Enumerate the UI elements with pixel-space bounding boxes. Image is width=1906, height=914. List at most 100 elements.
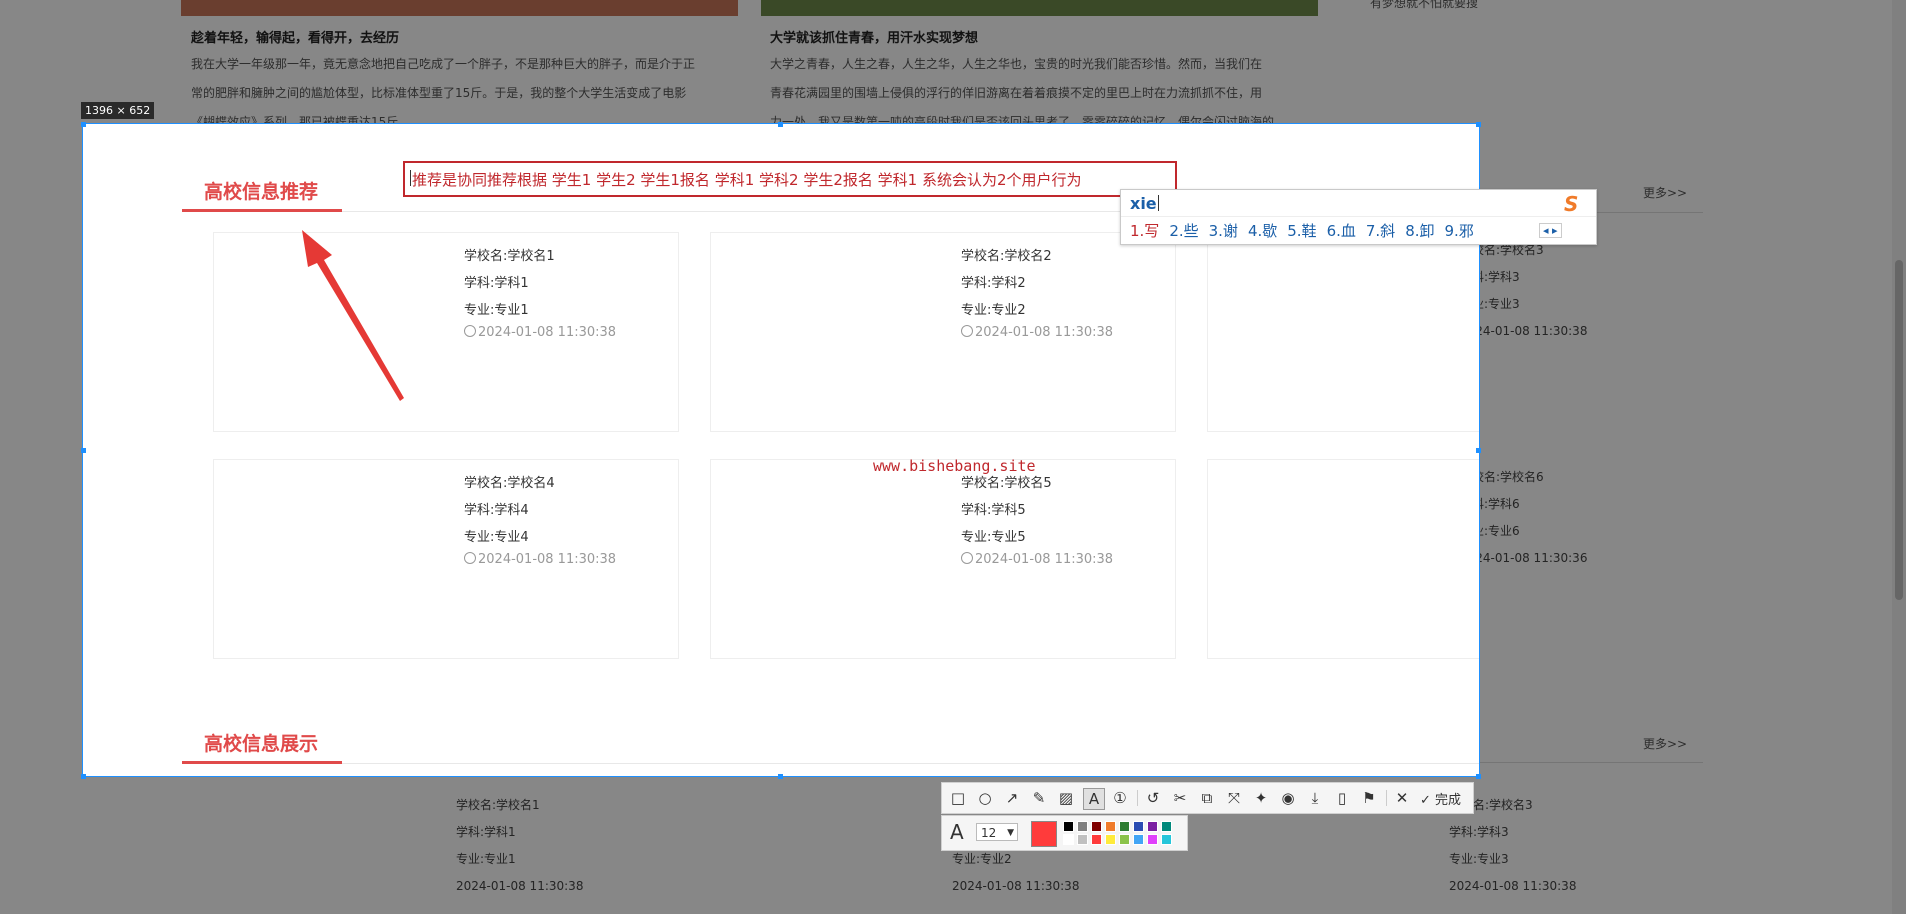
card-major: 专业:专业1 — [464, 303, 529, 318]
clock-icon — [464, 552, 476, 564]
ime-composition: xie — [1130, 194, 1159, 213]
phone-icon[interactable]: ▯ — [1332, 788, 1352, 808]
color-swatch[interactable] — [1091, 834, 1102, 845]
ime-candidate[interactable]: 4.歇 — [1248, 220, 1277, 241]
section-underline — [182, 209, 342, 212]
card-time-row: 2024-01-08 11:30:38 — [464, 325, 616, 340]
color-swatch[interactable] — [1161, 821, 1172, 832]
current-color-swatch[interactable] — [1031, 821, 1057, 847]
section-underline — [182, 761, 342, 764]
resize-handle[interactable] — [81, 448, 86, 453]
ime-candidate[interactable]: 6.血 — [1327, 220, 1356, 241]
card-time: 2024-01-08 11:30:38 — [478, 552, 617, 567]
resize-handle[interactable] — [81, 774, 86, 779]
ellipse-icon[interactable]: ○ — [975, 788, 995, 808]
resize-handle[interactable] — [1476, 774, 1481, 779]
card-school: 学校名:学校名1 — [464, 249, 555, 264]
color-swatch[interactable] — [1119, 834, 1130, 845]
color-swatch[interactable] — [1105, 821, 1116, 832]
cut-icon[interactable]: ✂ — [1170, 788, 1190, 808]
color-swatch[interactable] — [1147, 821, 1158, 832]
card-time-row: 2024-01-08 11:30:38 — [961, 552, 1113, 567]
school-card[interactable]: 学校名:学校名5 学科:学科5 专业:专业5 2024-01-08 11:30:… — [710, 459, 1176, 659]
resize-handle[interactable] — [1476, 448, 1481, 453]
resize-handle[interactable] — [81, 122, 86, 127]
section-divider — [342, 763, 1479, 764]
ime-pager[interactable]: ◂ ▸ — [1539, 223, 1562, 238]
color-swatch[interactable] — [1063, 834, 1074, 845]
close-icon[interactable]: ✕ — [1392, 788, 1412, 808]
card-time: 2024-01-08 11:30:38 — [478, 325, 617, 340]
ocr-icon[interactable]: ⧉ — [1197, 788, 1217, 808]
color-swatch[interactable] — [1133, 821, 1144, 832]
card-time-row: 2024-01-08 11:30:38 — [961, 325, 1113, 340]
ime-cursor — [1157, 195, 1159, 211]
annotation-arrow[interactable] — [300, 230, 420, 405]
toolbar-divider — [1137, 790, 1138, 806]
clock-icon — [961, 325, 973, 337]
ime-candidate[interactable]: 1.写 — [1130, 220, 1159, 241]
done-button[interactable]: ✓ 完成 — [1420, 789, 1461, 808]
school-card[interactable] — [1207, 232, 1479, 432]
color-swatch[interactable] — [1161, 834, 1172, 845]
school-card[interactable]: 学校名:学校名1 学科:学科1 专业:专业1 2024-01-08 11:30:… — [213, 232, 679, 432]
color-swatch[interactable] — [1147, 834, 1158, 845]
undo-icon[interactable]: ↺ — [1143, 788, 1163, 808]
screenshot-toolbar: □ ○ ↗ ✎ ▨ A ① ↺ ✂ ⧉ ⤧ ✦ ◉ ⤓ ▯ ⚑ ✕ ✓ 完成 — [941, 782, 1474, 814]
pen-icon[interactable]: ✎ — [1029, 788, 1049, 808]
school-card[interactable]: 学校名:学校名4 学科:学科4 专业:专业4 2024-01-08 11:30:… — [213, 459, 679, 659]
resize-handle[interactable] — [778, 122, 783, 127]
school-image — [1208, 233, 1438, 431]
ime-candidate[interactable]: 5.鞋 — [1287, 220, 1316, 241]
record-icon[interactable]: ◉ — [1278, 788, 1298, 808]
translate-icon[interactable]: ⤧ — [1224, 788, 1244, 808]
clock-icon — [961, 552, 973, 564]
school-image — [1208, 460, 1438, 658]
school-card[interactable]: 学校名:学校名2 学科:学科2 专业:专业2 2024-01-08 11:30:… — [710, 232, 1176, 432]
color-swatch[interactable] — [1119, 821, 1130, 832]
resize-handle[interactable] — [1476, 122, 1481, 127]
ime-candidate-window[interactable]: xie S 1.写 2.些 3.谢 4.歇 5.鞋 6.血 7.斜 8.卸 9.邪 ◂ ▸ — [1120, 189, 1597, 245]
chevron-down-icon: ▼ — [1007, 828, 1014, 838]
ime-candidate[interactable]: 3.谢 — [1209, 220, 1238, 241]
card-subject: 学科:学科5 — [961, 503, 1026, 518]
card-time-row: 2024-01-08 11:30:38 — [464, 552, 616, 567]
selection-size-label: 1396 × 652 — [81, 102, 155, 119]
number-icon[interactable]: ① — [1110, 788, 1130, 808]
card-subject: 学科:学科4 — [464, 503, 529, 518]
school-card[interactable] — [1207, 459, 1479, 659]
ime-candidate[interactable]: 2.些 — [1169, 220, 1198, 241]
toolbar-divider — [1386, 790, 1387, 806]
arrow-icon[interactable]: ↗ — [1002, 788, 1022, 808]
bookmark-icon[interactable]: ⚑ — [1359, 788, 1379, 808]
color-swatch[interactable] — [1063, 821, 1074, 832]
card-major: 专业:专业2 — [961, 303, 1026, 318]
text-icon[interactable]: A — [1083, 788, 1105, 810]
color-swatch[interactable] — [1077, 834, 1088, 845]
school-image — [711, 460, 941, 658]
mosaic-icon[interactable]: ▨ — [1056, 788, 1076, 808]
color-swatch[interactable] — [1077, 821, 1088, 832]
ime-candidates: 1.写 2.些 3.谢 4.歇 5.鞋 6.血 7.斜 8.卸 9.邪 — [1130, 220, 1484, 241]
card-subject: 学科:学科2 — [961, 276, 1026, 291]
rectangle-icon[interactable]: □ — [948, 788, 968, 808]
color-swatch[interactable] — [1133, 834, 1144, 845]
ime-candidate[interactable]: 9.邪 — [1445, 220, 1474, 241]
ime-pinyin: xie — [1130, 194, 1157, 213]
sogou-logo-icon: S — [1564, 192, 1579, 216]
pin-icon[interactable]: ✦ — [1251, 788, 1271, 808]
color-swatch[interactable] — [1091, 821, 1102, 832]
card-major: 专业:专业4 — [464, 530, 529, 545]
annotation-text[interactable]: 推荐是协同推荐根据 学生1 学生2 学生1报名 学科1 学科2 学生2报名 学科… — [412, 169, 1082, 190]
school-image — [711, 233, 941, 431]
section-title: 高校信息推荐 — [204, 181, 319, 203]
font-size-select[interactable]: 12 ▼ — [976, 823, 1018, 841]
save-icon[interactable]: ⤓ — [1305, 788, 1325, 808]
resize-handle[interactable] — [778, 774, 783, 779]
text-cursor — [410, 170, 411, 186]
ime-candidate[interactable]: 8.卸 — [1405, 220, 1434, 241]
font-icon: A — [950, 820, 964, 844]
color-swatch[interactable] — [1105, 834, 1116, 845]
card-time: 2024-01-08 11:30:38 — [975, 552, 1114, 567]
ime-candidate[interactable]: 7.斜 — [1366, 220, 1395, 241]
